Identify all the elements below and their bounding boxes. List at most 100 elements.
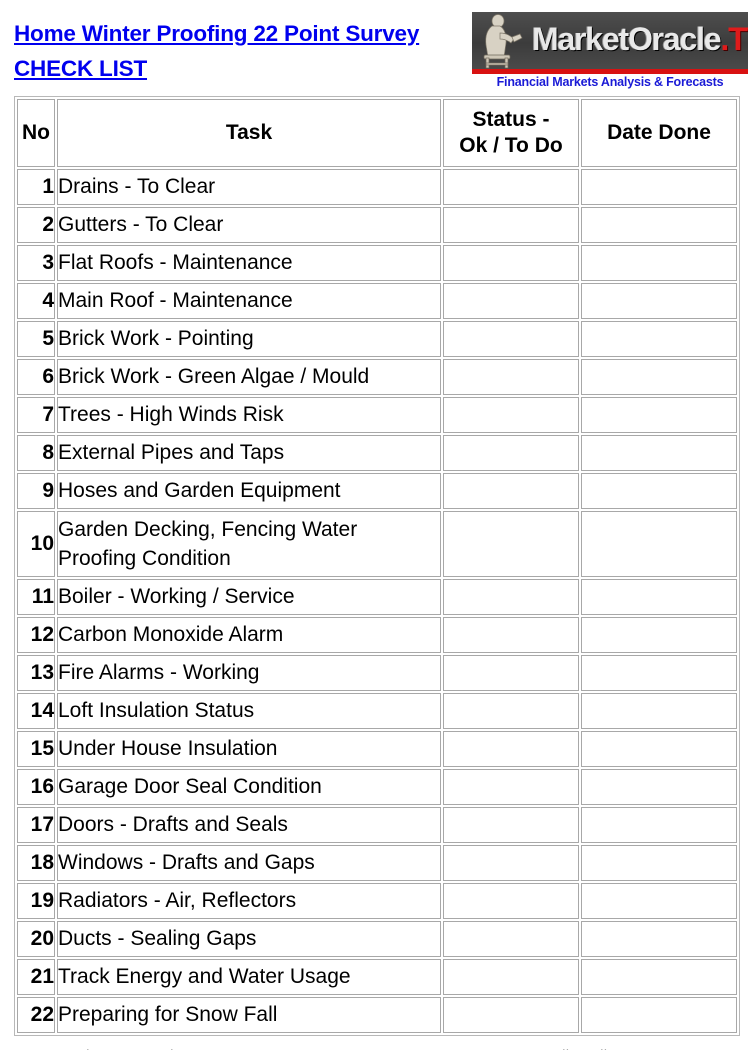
cell-task: Main Roof - Maintenance: [57, 283, 441, 319]
cell-date-done[interactable]: [581, 169, 737, 205]
marketoracle-logo[interactable]: MarketOracle.TV Financial Markets Analys…: [472, 12, 748, 90]
cell-status[interactable]: [443, 655, 579, 691]
cell-date-done[interactable]: [581, 321, 737, 357]
cell-task: Radiators - Air, Reflectors: [57, 883, 441, 919]
cell-status[interactable]: [443, 169, 579, 205]
cell-status[interactable]: [443, 731, 579, 767]
cell-task: Boiler - Working / Service: [57, 579, 441, 615]
checklist-table-wrapper: No Task Status - Ok / To Do Date Done 1D…: [14, 96, 740, 1036]
column-header-no: No: [17, 99, 55, 167]
cell-status[interactable]: [443, 511, 579, 577]
cell-date-done[interactable]: [581, 655, 737, 691]
cell-date-done[interactable]: [581, 693, 737, 729]
cell-row-number: 12: [17, 617, 55, 653]
cell-status[interactable]: [443, 245, 579, 281]
cell-date-done[interactable]: [581, 511, 737, 577]
cell-status[interactable]: [443, 807, 579, 843]
cell-row-number: 10: [17, 511, 55, 577]
table-row: 15 Under House Insulation: [17, 731, 737, 767]
cell-task: External Pipes and Taps: [57, 435, 441, 471]
cell-task: Gutters - To Clear: [57, 207, 441, 243]
table-header: No Task Status - Ok / To Do Date Done: [17, 99, 737, 167]
cell-status[interactable]: [443, 207, 579, 243]
cell-date-done[interactable]: [581, 283, 737, 319]
cell-date-done[interactable]: [581, 207, 737, 243]
logo-wordmark-main: MarketOracle: [532, 21, 722, 57]
table-row: 5 Brick Work - Pointing: [17, 321, 737, 357]
cell-status[interactable]: [443, 693, 579, 729]
cell-row-number: 21: [17, 959, 55, 995]
checklist-table: No Task Status - Ok / To Do Date Done 1D…: [14, 96, 740, 1036]
cell-row-number: 20: [17, 921, 55, 957]
cell-status[interactable]: [443, 921, 579, 957]
cell-row-number: 14: [17, 693, 55, 729]
cell-status[interactable]: [443, 397, 579, 433]
cell-date-done[interactable]: [581, 359, 737, 395]
cell-status[interactable]: [443, 473, 579, 509]
cell-date-done[interactable]: [581, 807, 737, 843]
cell-date-done[interactable]: [581, 997, 737, 1033]
cell-status[interactable]: [443, 845, 579, 881]
cell-status[interactable]: [443, 321, 579, 357]
table-row: 11 Boiler - Working / Service: [17, 579, 737, 615]
cell-row-number: 9: [17, 473, 55, 509]
cell-status[interactable]: [443, 997, 579, 1033]
table-header-row: No Task Status - Ok / To Do Date Done: [17, 99, 737, 167]
cell-date-done[interactable]: [581, 617, 737, 653]
cell-row-number: 3: [17, 245, 55, 281]
page-title-line-1[interactable]: Home Winter Proofing 22 Point Survey: [14, 18, 419, 49]
cell-date-done[interactable]: [581, 959, 737, 995]
cell-row-number: 1: [17, 169, 55, 205]
cell-status[interactable]: [443, 283, 579, 319]
cell-row-number: 11: [17, 579, 55, 615]
cell-date-done[interactable]: [581, 579, 737, 615]
table-row: 10 Garden Decking, Fencing Water Proofing…: [17, 511, 737, 577]
cell-date-done[interactable]: [581, 397, 737, 433]
cell-status[interactable]: [443, 617, 579, 653]
cell-status[interactable]: [443, 769, 579, 805]
cell-task: Preparing for Snow Fall: [57, 997, 441, 1033]
cell-row-number: 8: [17, 435, 55, 471]
cell-row-number: 16: [17, 769, 55, 805]
cell-task: Hoses and Garden Equipment: [57, 473, 441, 509]
cell-status[interactable]: [443, 883, 579, 919]
cell-date-done[interactable]: [581, 731, 737, 767]
cell-row-number: 15: [17, 731, 55, 767]
cell-date-done[interactable]: [581, 245, 737, 281]
cell-date-done[interactable]: [581, 435, 737, 471]
cell-row-number: 19: [17, 883, 55, 919]
cell-status[interactable]: [443, 435, 579, 471]
table-row: 8 External Pipes and Taps: [17, 435, 737, 471]
cell-date-done[interactable]: [581, 921, 737, 957]
cell-task: Garden Decking, Fencing Water Proofing C…: [57, 511, 441, 577]
bottom-fragment-link[interactable]: [215, 1040, 255, 1050]
table-row: 19 Radiators - Air, Reflectors: [17, 883, 737, 919]
page-title-line-2[interactable]: CHECK LIST: [14, 53, 147, 84]
logo-plate: MarketOracle.TV: [472, 12, 748, 69]
cell-status[interactable]: [443, 579, 579, 615]
table-row: 2 Gutters - To Clear: [17, 207, 737, 243]
table-row: 22 Preparing for Snow Fall: [17, 997, 737, 1033]
column-header-task: Task: [57, 99, 441, 167]
cell-task: Trees - High Winds Risk: [57, 397, 441, 433]
cell-row-number: 18: [17, 845, 55, 881]
table-row: 6 Brick Work - Green Algae / Mould: [17, 359, 737, 395]
cell-task: Flat Roofs - Maintenance: [57, 245, 441, 281]
cell-status[interactable]: [443, 959, 579, 995]
cell-date-done[interactable]: [581, 473, 737, 509]
cell-date-done[interactable]: [581, 769, 737, 805]
column-header-status-line-1: Status -: [472, 108, 550, 131]
cell-row-number: 4: [17, 283, 55, 319]
cell-task: Carbon Monoxide Alarm: [57, 617, 441, 653]
cell-date-done[interactable]: [581, 883, 737, 919]
oracle-statue-icon: [483, 14, 523, 69]
bottom-fragment-3: ..: [562, 1040, 570, 1050]
cell-status[interactable]: [443, 359, 579, 395]
cell-row-number: 5: [17, 321, 55, 357]
table-body: 1 Drains - To Clear 2 Gutters - To Clear 3 Fl…: [17, 169, 737, 1033]
cell-task: Ducts - Sealing Gaps: [57, 921, 441, 957]
table-row: 9 Hoses and Garden Equipment: [17, 473, 737, 509]
cell-row-number: 7: [17, 397, 55, 433]
cell-row-number: 6: [17, 359, 55, 395]
cell-date-done[interactable]: [581, 845, 737, 881]
